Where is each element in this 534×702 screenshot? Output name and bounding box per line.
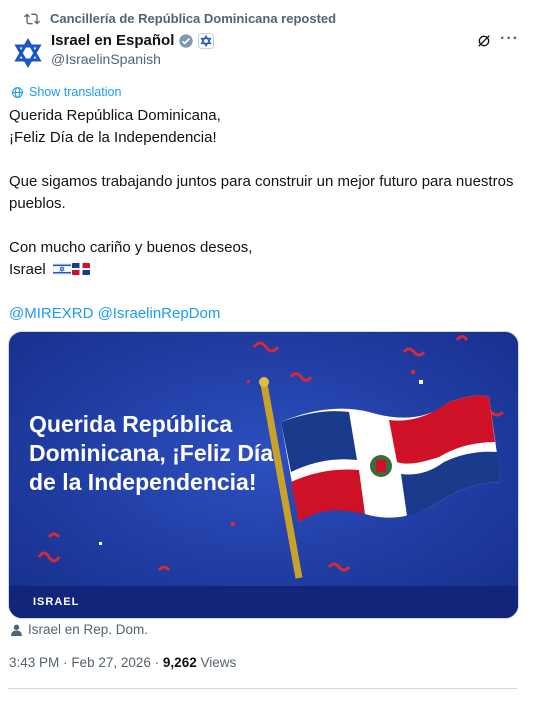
post-time[interactable]: 3:43 PM (9, 655, 59, 670)
post-signature: Israel (9, 261, 46, 278)
post-date[interactable]: Feb 27, 2026 (71, 655, 151, 670)
author-name[interactable]: Israel en Español (51, 32, 174, 49)
post-line: Que sigamos trabajando juntos para const… (9, 173, 514, 212)
israel-flag-icon (52, 263, 71, 275)
meta-separator: · (154, 655, 160, 670)
star-of-david-icon (14, 38, 42, 68)
post-line: ¡Feliz Día de la Independencia! (9, 129, 217, 146)
avatar[interactable] (9, 34, 47, 72)
attribution-label: Israel en Rep. Dom. (28, 622, 149, 637)
show-translation-label: Show translation (29, 85, 122, 99)
post-meta: 3:43 PM · Feb 27, 2026 · 9,262 Views (9, 655, 236, 670)
image-title-text: Querida República Dominicana, ¡Feliz Día… (29, 411, 274, 495)
author-name-row[interactable]: Israel en Español (51, 32, 215, 49)
dominican-republic-flag-icon (71, 263, 90, 275)
more-options-icon[interactable]: ··· (500, 30, 519, 48)
grok-icon[interactable] (476, 33, 492, 49)
repost-header[interactable]: Cancillería de República Dominicana repo… (24, 11, 337, 26)
mention-israelinrepdom[interactable]: @IsraelinRepDom (98, 305, 221, 322)
repost-label: Cancillería de República Dominicana repo… (50, 11, 337, 26)
government-affiliate-icon (198, 32, 215, 49)
image-attribution[interactable]: Israel en Rep. Dom. (10, 622, 148, 637)
views-count: 9,262 (162, 655, 197, 670)
image-logo-text: ISRAEL (33, 596, 80, 608)
post-line: Querida República Dominicana, (9, 107, 221, 124)
globe-icon (12, 86, 23, 98)
verified-badge-icon (179, 33, 194, 48)
mention-mirexrd[interactable]: @MIREXRD (9, 305, 93, 322)
person-icon (11, 624, 22, 636)
post-mentions: @MIREXRD @IsraelinRepDom (9, 303, 519, 325)
show-translation-link[interactable]: Show translation (11, 85, 121, 99)
author-handle[interactable]: @IsraelinSpanish (51, 51, 161, 67)
post-text: Querida República Dominicana, ¡Feliz Día… (9, 105, 519, 325)
divider (8, 688, 517, 689)
post-line: Con mucho cariño y buenos deseos, (9, 239, 253, 256)
post-signature-line: Israel (9, 259, 519, 281)
post-image[interactable]: Querida República Dominicana, ¡Feliz Día… (8, 331, 519, 619)
repost-icon (24, 13, 40, 25)
views-label: Views (200, 655, 237, 670)
meta-separator: · (63, 655, 68, 670)
